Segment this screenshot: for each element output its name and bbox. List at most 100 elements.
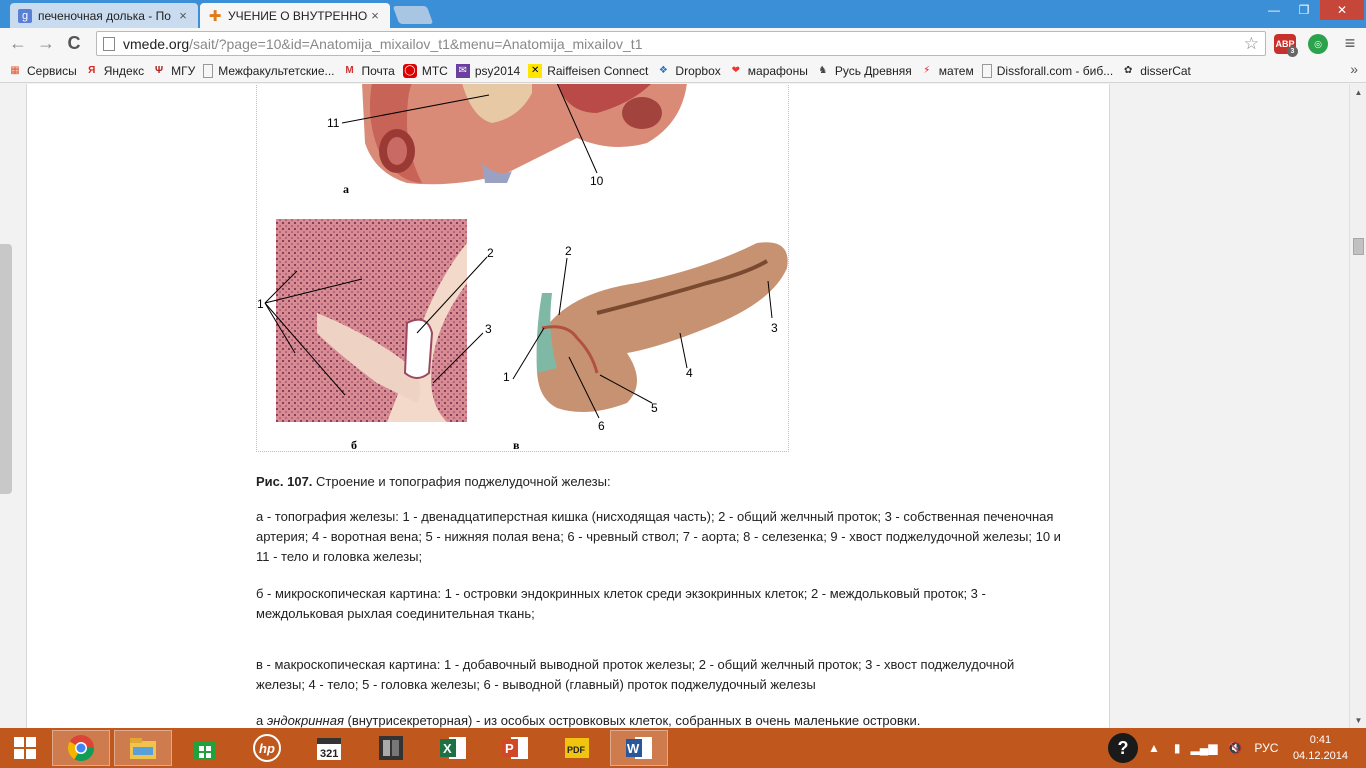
label-b-3: 3 [485, 322, 492, 336]
excel-icon: X [440, 737, 466, 759]
grammarly-icon[interactable]: ◎ [1308, 34, 1328, 54]
minimize-button[interactable]: — [1260, 0, 1288, 20]
scroll-down-icon[interactable]: ▼ [1350, 712, 1366, 728]
taskbar-hp[interactable]: hp [238, 730, 296, 766]
taskbar-chrome[interactable] [52, 730, 110, 766]
start-button[interactable] [0, 730, 50, 766]
windows-start-icon [14, 737, 36, 759]
panel-label-v: в [513, 438, 520, 452]
vertical-scrollbar[interactable]: ▲ ▼ [1349, 84, 1366, 728]
bookmark-psy2014[interactable]: ✉ psy2014 [455, 63, 520, 78]
figure-panel-b: 1 2 3 б [257, 219, 494, 452]
help-icon[interactable]: ? [1108, 733, 1138, 763]
powerpoint-icon: P [502, 737, 528, 759]
label-b-2: 2 [487, 246, 494, 260]
pdf-icon: PDF [565, 738, 589, 758]
reload-button[interactable]: C [62, 32, 86, 54]
taskbar-explorer[interactable] [114, 730, 172, 766]
taskbar-calendar[interactable]: 321 [300, 730, 358, 766]
taskbar-media[interactable] [362, 730, 420, 766]
back-arrow-icon: ← [9, 32, 27, 53]
tab-pechenochnaya[interactable]: g печеночная долька - По × [10, 3, 198, 28]
bookmark-mts[interactable]: ◯ МТС [402, 63, 448, 78]
lightning-icon: ⚡ [923, 65, 931, 76]
psi-icon: Ψ [155, 65, 164, 76]
clock[interactable]: 0:41 04.12.2014 [1293, 732, 1348, 764]
pancreas-figure: 11 10 а 1 2 3 б 2 1 3 4 5 6 в [257, 84, 788, 452]
endocrine-paragraph: а эндокринная (внутрисекреторная) - из о… [256, 713, 921, 728]
figure-title: Строение и топография поджелудочной желе… [312, 474, 611, 489]
reload-icon: C [67, 32, 81, 53]
taskbar-pdf[interactable]: PDF [548, 730, 606, 766]
clock-time: 0:41 [1309, 734, 1332, 746]
label-v-3: 3 [771, 321, 778, 335]
forward-button[interactable]: → [34, 32, 58, 54]
label-b-1: 1 [257, 297, 264, 311]
tab-uchenie[interactable]: ✚ УЧЕНИЕ О ВНУТРЕННОС × [200, 3, 390, 28]
panel-label-b: б [351, 438, 357, 452]
volume-muted-icon[interactable]: 🔇 [1227, 741, 1242, 755]
clock-date: 04.12.2014 [1292, 750, 1348, 762]
language-indicator[interactable]: РУС [1254, 741, 1278, 755]
bookmark-yandex[interactable]: Я Яндекс [85, 64, 144, 78]
bookmarks-overflow-button[interactable]: » [1350, 61, 1358, 77]
gmail-icon: M [345, 65, 354, 76]
figure-panel-v: 2 1 3 4 5 6 в [503, 242, 788, 452]
store-icon [194, 741, 216, 760]
url-text: vmede.org/sait/?page=10&id=Anatomija_mix… [123, 36, 642, 52]
label-v-2: 2 [565, 244, 572, 258]
taskbar-store[interactable] [176, 730, 234, 766]
raiffeisen-icon: ✕ [528, 63, 543, 78]
yandex-icon: Я [88, 65, 96, 76]
url-host: vmede.org [123, 35, 190, 52]
side-grip [0, 244, 12, 494]
svg-text:X: X [443, 741, 452, 756]
battery-icon[interactable]: ▮ [1174, 741, 1181, 755]
bookmark-star-icon[interactable]: ☆ [1244, 34, 1259, 54]
figure-number: Рис. 107. [256, 474, 313, 489]
signal-icon[interactable]: ▂▄▆ [1191, 741, 1218, 755]
taskbar-word[interactable]: W [610, 730, 668, 766]
bookmark-raiffeisen[interactable]: ✕ Raiffeisen Connect [528, 63, 648, 78]
back-button[interactable]: ← [6, 32, 30, 54]
forward-arrow-icon: → [37, 32, 55, 53]
address-bar[interactable]: vmede.org/sait/?page=10&id=Anatomija_mix… [96, 31, 1266, 56]
chrome-menu-icon[interactable]: ≡ [1338, 32, 1362, 54]
calendar-321-icon: 321 [317, 738, 341, 760]
bookmark-dissforall[interactable]: Dissforall.com - биб... [981, 63, 1113, 78]
scroll-up-icon[interactable]: ▲ [1350, 84, 1366, 100]
bookmark-matem[interactable]: ⚡ матем [920, 64, 973, 78]
panel-label-a: а [343, 182, 349, 196]
scroll-thumb[interactable] [1353, 238, 1364, 255]
tab-title: печеночная долька - По [38, 8, 171, 23]
windows-taskbar: hp 321 X P PDF W ? ▲ ▮ ▂▄▆ 🔇 РУС 0:41 04… [0, 728, 1366, 768]
close-window-button[interactable]: ✕ [1320, 0, 1364, 20]
tray-expand-icon[interactable]: ▲ [1148, 741, 1160, 755]
tab-close-icon[interactable]: × [368, 8, 382, 23]
restore-button[interactable]: ❐ [1290, 0, 1318, 20]
system-tray: ? ▲ ▮ ▂▄▆ 🔇 РУС [1108, 728, 1278, 768]
google-favicon-icon: g [18, 8, 32, 23]
bookmark-mgu[interactable]: Ψ МГУ [152, 64, 195, 78]
bookmark-mezhfak[interactable]: Межфакультетские... [203, 63, 335, 78]
label-a-10: 10 [590, 174, 604, 188]
caption-para-b: б - микроскопическая картина: 1 - остров… [256, 586, 986, 621]
svg-text:321: 321 [320, 748, 338, 760]
tab-title: УЧЕНИЕ О ВНУТРЕННОС [228, 8, 368, 23]
bookmark-rus-drevnyaya[interactable]: ♞ Русь Древняя [816, 64, 911, 78]
bookmark-servisy[interactable]: ▦ Сервисы [8, 64, 76, 78]
taskbar-excel[interactable]: X [424, 730, 482, 766]
bookmark-marafony[interactable]: ❤ марафоны [729, 64, 808, 78]
page-icon [981, 63, 992, 78]
bookmark-dissercat[interactable]: ✿ disserCat [1121, 64, 1191, 78]
tab-close-icon[interactable]: × [176, 8, 190, 23]
bookmark-dropbox[interactable]: ❖ Dropbox [656, 64, 721, 78]
dissercat-icon: ✿ [1124, 65, 1133, 76]
title-bar: g печеночная долька - По × ✚ УЧЕНИЕ О ВН… [0, 0, 1366, 28]
browser-toolbar: ← → C vmede.org/sait/?page=10&id=Anatomi… [0, 28, 1366, 59]
bookmark-pochta[interactable]: M Почта [343, 64, 395, 78]
marathon-icon: ❤ [731, 65, 740, 76]
page-content: 11 10 а 1 2 3 б 2 1 3 4 5 6 в Рис. 107. … [26, 84, 1110, 728]
taskbar-powerpoint[interactable]: P [486, 730, 544, 766]
new-tab-button[interactable] [392, 6, 434, 24]
